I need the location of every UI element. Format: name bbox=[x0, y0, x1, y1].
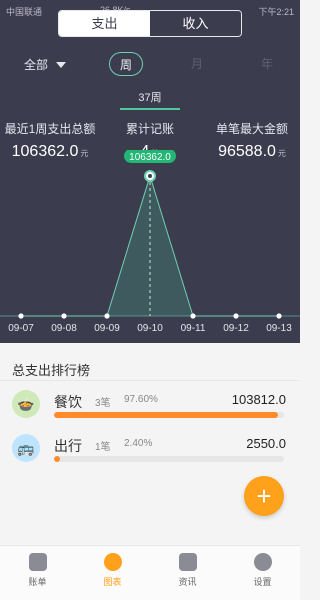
ranking-item-name: 出行 bbox=[54, 438, 82, 454]
add-record-button[interactable]: + bbox=[244, 476, 284, 516]
ranking-item-name: 餐饮 bbox=[54, 394, 82, 410]
ranking-item-bar bbox=[54, 412, 284, 418]
chart-point bbox=[61, 313, 67, 319]
chart-tooltip-label: 106362.0 bbox=[129, 152, 171, 163]
expense-income-toggle: 支出 收入 bbox=[58, 10, 242, 37]
count-label: 累计记账 bbox=[125, 122, 174, 136]
stats-header: 中国联通 26.8K/s 下午2:21 支出 收入 全部 周 月 年 37周 最… bbox=[0, 0, 300, 343]
bill-icon bbox=[28, 553, 47, 571]
ranking-item-amount: 103812.0 bbox=[231, 392, 286, 407]
chart-point bbox=[104, 313, 110, 319]
chart-x-tick: 09-12 bbox=[223, 323, 249, 334]
nav-bill-label: 账单 bbox=[28, 577, 47, 587]
chart-x-tick: 09-09 bbox=[94, 323, 120, 334]
ranking-divider bbox=[0, 380, 300, 381]
category-filter[interactable]: 全部 bbox=[24, 56, 67, 73]
chart-point bbox=[18, 313, 24, 319]
nav-settings-label: 设置 bbox=[253, 577, 272, 587]
chart-point-center bbox=[148, 174, 152, 178]
current-week-label[interactable]: 37周 bbox=[135, 89, 165, 105]
nav-news[interactable]: 资讯 bbox=[150, 546, 225, 600]
chart-x-tick: 09-08 bbox=[51, 323, 77, 334]
period-week[interactable]: 周 bbox=[109, 52, 143, 76]
chart-x-tick: 09-07 bbox=[8, 323, 34, 334]
ranking-item-bar bbox=[54, 456, 284, 462]
bottom-nav: 账单 图表 资讯 设置 bbox=[0, 545, 300, 600]
ranking-item-percent: 97.60% bbox=[124, 394, 158, 405]
max-label: 单笔最大金额 bbox=[215, 122, 288, 136]
chart-icon bbox=[103, 553, 122, 571]
recent-total-label: 最近1周支出总额 bbox=[4, 122, 96, 136]
ranking-item-count: 1笔 bbox=[95, 442, 111, 453]
settings-icon bbox=[253, 553, 272, 571]
period-month[interactable]: 月 bbox=[182, 52, 212, 76]
period-year[interactable]: 年 bbox=[252, 52, 282, 76]
week-underline bbox=[120, 108, 180, 110]
time: 下午2:21 bbox=[258, 7, 294, 17]
chart-x-tick: 09-11 bbox=[181, 323, 206, 334]
income-tab[interactable]: 收入 bbox=[150, 11, 241, 36]
ranking-item-bar-fill bbox=[54, 456, 60, 462]
ranking-item-count: 3笔 bbox=[95, 398, 111, 409]
nav-news-label: 资讯 bbox=[178, 577, 197, 587]
ranking-item-amount: 2550.0 bbox=[246, 436, 286, 451]
nav-bill[interactable]: 账单 bbox=[0, 546, 75, 600]
plus-icon: + bbox=[256, 480, 272, 511]
chart-point bbox=[190, 313, 196, 319]
nav-chart[interactable]: 图表 bbox=[75, 546, 150, 600]
nav-settings[interactable]: 设置 bbox=[225, 546, 300, 600]
ranking-title: 总支出排行榜 bbox=[12, 363, 91, 378]
weekly-expense-chart: 106362.0 09-07 09-08 09-09 09-10 09-11 09-12 09… bbox=[0, 150, 300, 334]
ranking-item-percent: 2.40% bbox=[124, 438, 153, 449]
news-icon bbox=[178, 553, 197, 571]
ranking-item-bar-fill bbox=[54, 412, 279, 418]
carrier-text: 中国联通 bbox=[6, 7, 43, 17]
food-icon: 🍲 bbox=[12, 390, 40, 418]
chart-point bbox=[276, 313, 282, 319]
dropdown-triangle-icon bbox=[56, 61, 67, 68]
category-filter-label: 全部 bbox=[24, 58, 49, 72]
transport-icon: 🚌 bbox=[12, 434, 40, 462]
chart-point bbox=[233, 313, 239, 319]
expense-tab[interactable]: 支出 bbox=[59, 11, 150, 36]
nav-chart-label: 图表 bbox=[103, 577, 122, 587]
chart-x-tick: 09-10 bbox=[137, 323, 163, 334]
chart-x-tick: 09-13 bbox=[266, 323, 292, 334]
